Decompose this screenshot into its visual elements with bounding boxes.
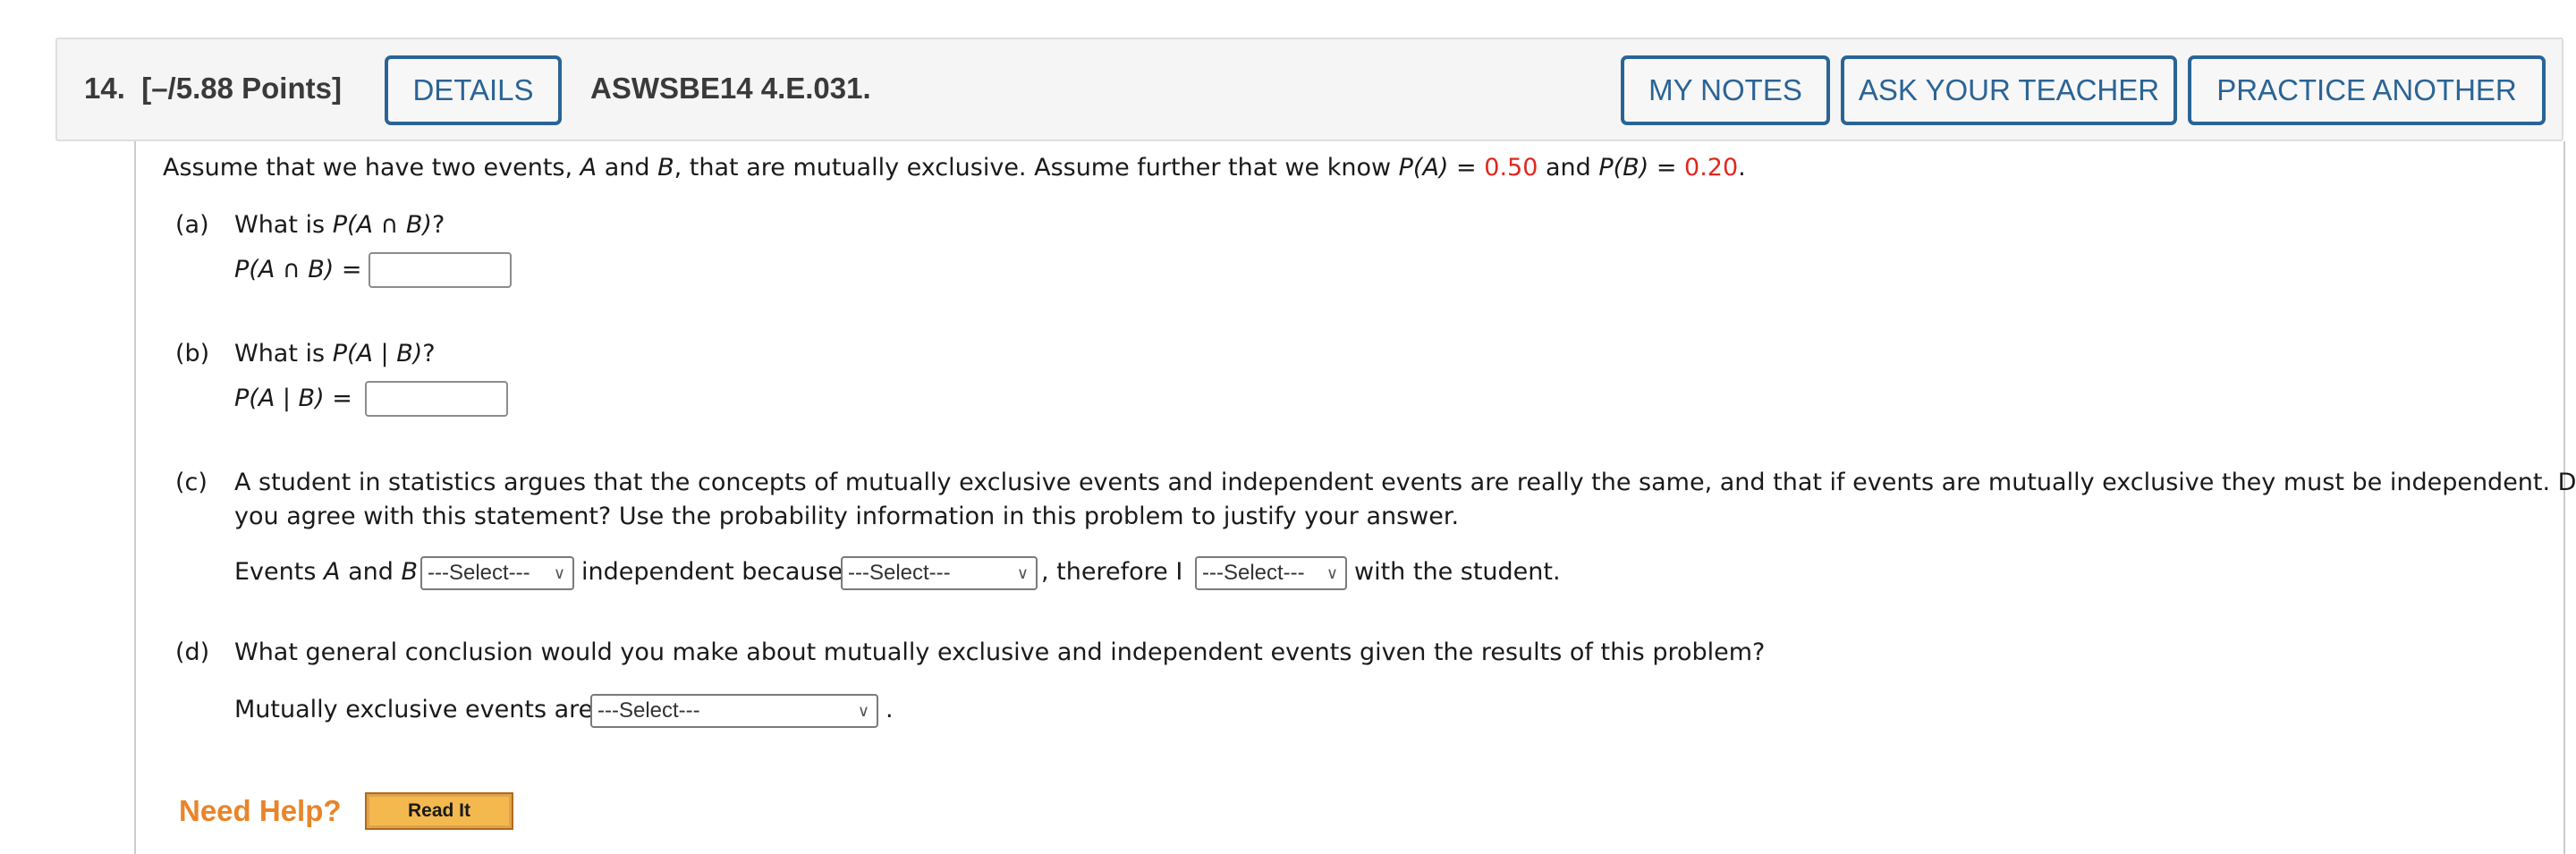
question-points: 14. [–/5.88 Points]: [84, 72, 342, 106]
my-notes-button[interactable]: MY NOTES: [1621, 55, 1830, 125]
part-a-question: What is P(A ∩ B)?: [234, 211, 445, 239]
part-c-line1: A student in statistics argues that the …: [234, 469, 2576, 496]
therefore-label: , therefore I: [1041, 558, 1183, 586]
points-label: [–/5.88 Points]: [141, 72, 342, 105]
question-body: Assume that we have two events, A and B,…: [134, 141, 2576, 854]
conclusion-select[interactable]: ---Select--- ∨: [590, 694, 878, 728]
reason-select[interactable]: ---Select--- ∨: [841, 556, 1038, 590]
part-a-answer-label: P(A ∩ B) =: [234, 256, 362, 283]
question-header: 14. [–/5.88 Points] DETAILS ASWSBE14 4.E…: [55, 38, 2563, 141]
chevron-down-icon: ∨: [1326, 564, 1338, 582]
agreement-select[interactable]: ---Select--- ∨: [1195, 556, 1347, 590]
part-c-line2: you agree with this statement? Use the p…: [234, 503, 1460, 530]
independence-select[interactable]: ---Select--- ∨: [420, 556, 574, 590]
part-c-letter: (c): [175, 469, 208, 496]
ask-your-teacher-button[interactable]: ASK YOUR TEACHER: [1841, 55, 2177, 125]
part-a-letter: (a): [175, 211, 209, 239]
part-c-events-label: Events A and B: [234, 558, 418, 586]
part-b-answer-label: P(A | B) =: [234, 385, 352, 412]
part-d-question: What general conclusion would you make a…: [234, 638, 1766, 666]
pa-value: 0.50: [1484, 154, 1538, 182]
independent-because-label: independent because: [581, 558, 843, 586]
question-number: 14.: [84, 72, 125, 105]
need-help-label: Need Help?: [179, 794, 342, 827]
chevron-down-icon: ∨: [857, 702, 869, 720]
part-d-letter: (d): [175, 638, 210, 666]
p-a-and-b-input[interactable]: [369, 252, 512, 288]
chevron-down-icon: ∨: [1016, 564, 1029, 582]
details-button[interactable]: DETAILS: [385, 55, 562, 125]
chevron-down-icon: ∨: [553, 564, 565, 582]
part-d-prefix: Mutually exclusive events are: [234, 696, 594, 723]
with-student-label: with the student.: [1354, 558, 1561, 586]
practice-another-button[interactable]: PRACTICE ANOTHER: [2188, 55, 2546, 125]
p-a-given-b-input[interactable]: [365, 381, 508, 417]
part-b-letter: (b): [175, 340, 210, 368]
problem-code: ASWSBE14 4.E.031.: [590, 72, 871, 105]
part-b-question: What is P(A | B)?: [234, 340, 436, 368]
read-it-button[interactable]: Read It: [365, 792, 513, 830]
pb-value: 0.20: [1684, 154, 1739, 182]
part-d-suffix: .: [886, 696, 894, 723]
intro-text: Assume that we have two events, A and B,…: [163, 154, 1746, 182]
